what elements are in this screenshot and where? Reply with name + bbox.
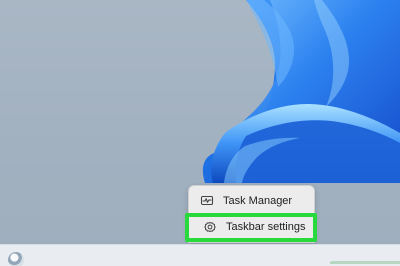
- taskbar-status-indicator: [330, 261, 400, 264]
- menu-item-label: Task Manager: [223, 194, 293, 207]
- menu-item-label: Taskbar settings: [226, 221, 306, 233]
- task-manager-icon: [200, 194, 214, 208]
- menu-item-task-manager[interactable]: Task Manager: [189, 188, 314, 214]
- taskbar[interactable]: [0, 244, 400, 266]
- start-icon[interactable]: [8, 252, 24, 266]
- taskbar-context-menu: Task Manager Taskbar settings: [185, 185, 317, 243]
- menu-item-taskbar-settings[interactable]: Taskbar settings: [185, 213, 317, 242]
- gear-icon: [203, 221, 217, 235]
